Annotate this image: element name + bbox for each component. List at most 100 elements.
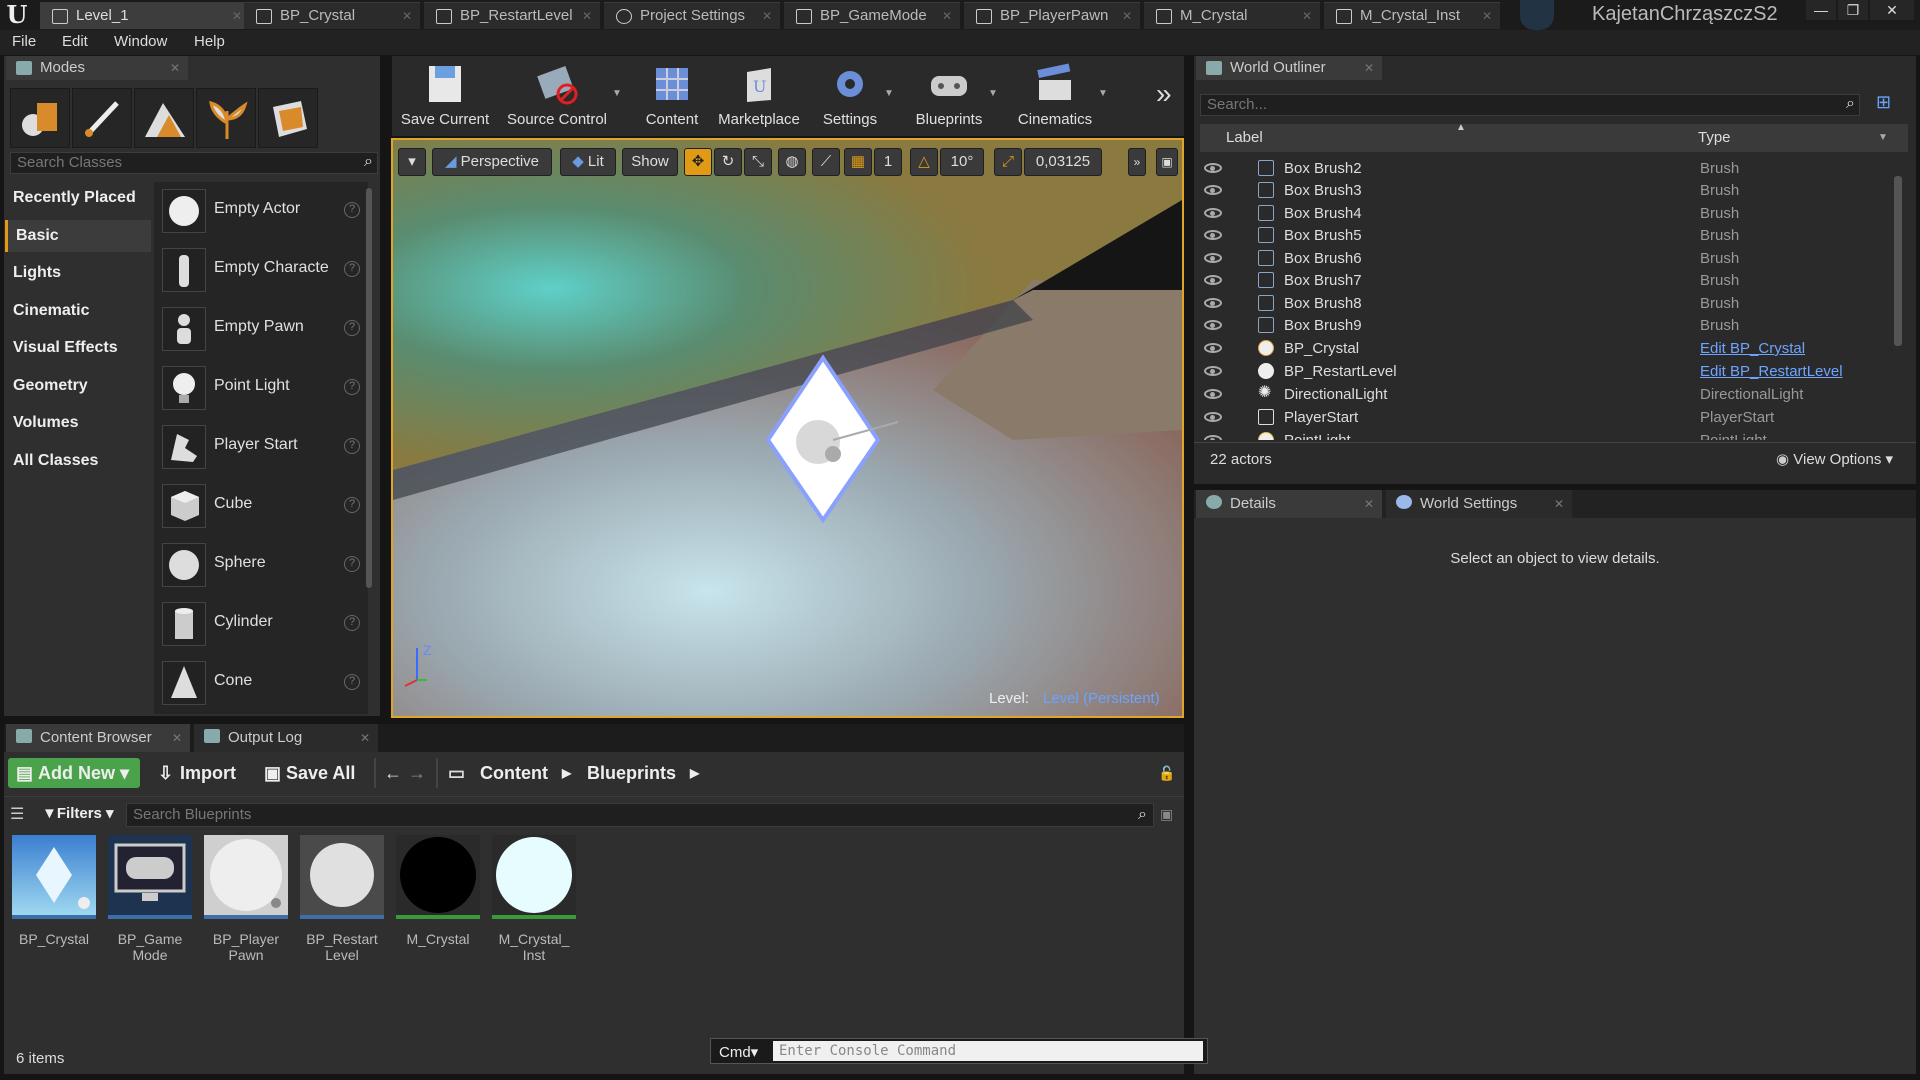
edit-bp-crystal-link[interactable]: Edit BP_Crystal — [1700, 340, 1805, 357]
paint-mode-button[interactable] — [72, 88, 132, 148]
maximize-viewport-icon[interactable]: ▣ — [1156, 148, 1178, 176]
translate-tool-icon[interactable]: ✥ — [684, 148, 712, 176]
close-icon[interactable]: ✕ — [1554, 490, 1564, 518]
view-options-button[interactable]: ◉ View Options ▾ — [1776, 450, 1893, 468]
settings-button[interactable]: Settings — [812, 58, 888, 130]
foliage-mode-button[interactable] — [196, 88, 256, 148]
level-name[interactable]: Level (Persistent) — [1043, 690, 1160, 707]
forward-arrow-icon[interactable]: → — [408, 758, 426, 788]
visibility-eye-icon[interactable] — [1204, 435, 1222, 440]
column-label[interactable]: Label — [1226, 129, 1263, 146]
close-icon[interactable]: ✕ — [360, 724, 370, 752]
scale-tool-icon[interactable]: ⤡ — [744, 148, 772, 176]
cinematics-button[interactable]: Cinematics — [1008, 58, 1102, 130]
source-control-button[interactable]: Source Control — [502, 58, 612, 130]
tab-world-outliner[interactable]: World Outliner ✕ — [1196, 56, 1382, 80]
add-filter-icon[interactable]: ⊞ — [1876, 92, 1891, 113]
category-lights[interactable]: Lights — [5, 257, 151, 289]
tab-content-browser[interactable]: Content Browser ✕ — [6, 724, 190, 752]
import-button[interactable]: ⇩ Import — [158, 758, 236, 788]
visibility-eye-icon[interactable] — [1204, 389, 1222, 399]
sort-ascending-icon[interactable]: ▲ — [1456, 122, 1466, 133]
outliner-row[interactable]: Box Brush5 Brush — [1200, 224, 1896, 246]
viewport-more-button[interactable]: » — [1128, 148, 1146, 176]
tab-modes[interactable]: Modes ✕ — [6, 56, 188, 80]
category-basic[interactable]: Basic — [5, 220, 151, 252]
toolbar-more-button[interactable]: » — [1156, 78, 1172, 110]
outliner-row[interactable]: BP_RestartLevel Edit BP_RestartLevel — [1200, 360, 1896, 382]
visibility-eye-icon[interactable] — [1204, 320, 1222, 330]
close-icon[interactable]: ✕ — [1364, 490, 1374, 518]
save-all-button[interactable]: ▣ Save All — [264, 758, 355, 788]
help-icon[interactable]: ? — [344, 320, 360, 336]
help-icon[interactable]: ? — [344, 438, 360, 454]
outliner-row[interactable]: Box Brush9 Brush — [1200, 314, 1896, 336]
visibility-eye-icon[interactable] — [1204, 230, 1222, 240]
visibility-eye-icon[interactable] — [1204, 366, 1222, 376]
grid-size-value[interactable]: 1 — [874, 148, 902, 176]
outliner-scrollbar[interactable] — [1894, 176, 1902, 346]
tab-output-log[interactable]: Output Log ✕ — [194, 724, 378, 752]
close-icon[interactable]: ✕ — [172, 724, 182, 752]
help-icon[interactable]: ? — [344, 379, 360, 395]
chevron-right-icon[interactable]: ▶ — [562, 758, 571, 788]
place-item-empty-actor[interactable]: Empty Actor? — [158, 185, 364, 239]
save-search-icon[interactable]: ▣ — [1160, 806, 1173, 823]
menu-edit[interactable]: Edit — [62, 33, 88, 50]
close-icon[interactable]: ✕ — [232, 3, 242, 29]
close-icon[interactable]: ✕ — [762, 3, 772, 29]
rotation-snap-icon[interactable]: △ — [910, 148, 938, 176]
add-new-button[interactable]: ▤ Add New ▾ — [8, 758, 140, 788]
rotate-tool-icon[interactable]: ↻ — [714, 148, 742, 176]
filters-button[interactable]: ▼Filters ▾ — [42, 804, 114, 822]
place-item-player-start[interactable]: Player Start? — [158, 421, 364, 475]
search-icon[interactable]: ⌕ — [1846, 94, 1855, 114]
category-volumes[interactable]: Volumes — [5, 407, 151, 439]
search-blueprints-input[interactable]: Search Blueprints ⌕ — [126, 803, 1154, 827]
asset-bp-gamemode[interactable]: BP_Game Mode — [108, 835, 194, 975]
scale-snap-value[interactable]: 0,03125 — [1024, 148, 1102, 176]
column-type[interactable]: Type — [1698, 129, 1731, 146]
breadcrumb-blueprints[interactable]: Blueprints — [587, 758, 676, 788]
lock-icon[interactable]: 🔓 — [1158, 758, 1175, 788]
outliner-row[interactable]: BP_Crystal Edit BP_Crystal — [1200, 337, 1896, 359]
console-input[interactable]: Enter Console Command — [773, 1041, 1203, 1061]
visibility-eye-icon[interactable] — [1204, 343, 1222, 353]
menu-file[interactable]: File — [12, 33, 36, 50]
placeable-scrollbar[interactable] — [366, 188, 372, 588]
menu-window[interactable]: Window — [114, 33, 167, 50]
viewport-options-button[interactable]: ▾ — [398, 148, 426, 176]
world-space-icon[interactable]: ◍ — [778, 148, 806, 176]
outliner-search-input[interactable]: Search... ⌕ — [1200, 94, 1860, 116]
visibility-eye-icon[interactable] — [1204, 275, 1222, 285]
outliner-row[interactable]: PlayerStart PlayerStart — [1200, 406, 1896, 428]
unreal-logo-icon[interactable]: U — [4, 2, 30, 28]
edit-bp-restartlevel-link[interactable]: Edit BP_RestartLevel — [1700, 363, 1843, 380]
place-item-cube[interactable]: Cube? — [158, 480, 364, 534]
close-window-button[interactable]: ✕ — [1870, 0, 1914, 20]
asset-bp-restartlevel[interactable]: BP_Restart Level — [300, 835, 386, 975]
user-avatar-icon[interactable] — [1520, 0, 1554, 30]
back-arrow-icon[interactable]: ← — [384, 758, 402, 788]
viewport[interactable]: Z Level: Level (Persistent) — [391, 138, 1184, 718]
asset-bp-playerpawn[interactable]: BP_Player Pawn — [204, 835, 290, 975]
tab-bp-gamemode[interactable]: BP_GameMode ✕ — [784, 2, 960, 29]
place-item-empty-pawn[interactable]: Empty Pawn? — [158, 303, 364, 357]
minimize-button[interactable]: — — [1806, 0, 1836, 20]
tab-m-crystal[interactable]: M_Crystal ✕ — [1144, 2, 1320, 29]
category-geometry[interactable]: Geometry — [5, 370, 151, 402]
grid-snap-icon[interactable]: ▦ — [844, 148, 872, 176]
place-item-empty-character[interactable]: Empty Characte? — [158, 244, 364, 298]
close-icon[interactable]: ✕ — [1482, 3, 1492, 29]
category-all-classes[interactable]: All Classes — [5, 445, 151, 477]
outliner-row[interactable]: Box Brush4 Brush — [1200, 202, 1896, 224]
chevron-down-icon[interactable]: ▼ — [612, 88, 622, 99]
folder-icon[interactable]: ▭ — [448, 758, 465, 788]
category-recently-placed[interactable]: Recently Placed — [5, 182, 151, 214]
visibility-eye-icon[interactable] — [1204, 185, 1222, 195]
show-button[interactable]: Show — [622, 148, 678, 176]
help-icon[interactable]: ? — [344, 556, 360, 572]
content-button[interactable]: Content — [636, 58, 708, 130]
help-icon[interactable]: ? — [344, 615, 360, 631]
blueprints-button[interactable]: Blueprints — [906, 58, 992, 130]
